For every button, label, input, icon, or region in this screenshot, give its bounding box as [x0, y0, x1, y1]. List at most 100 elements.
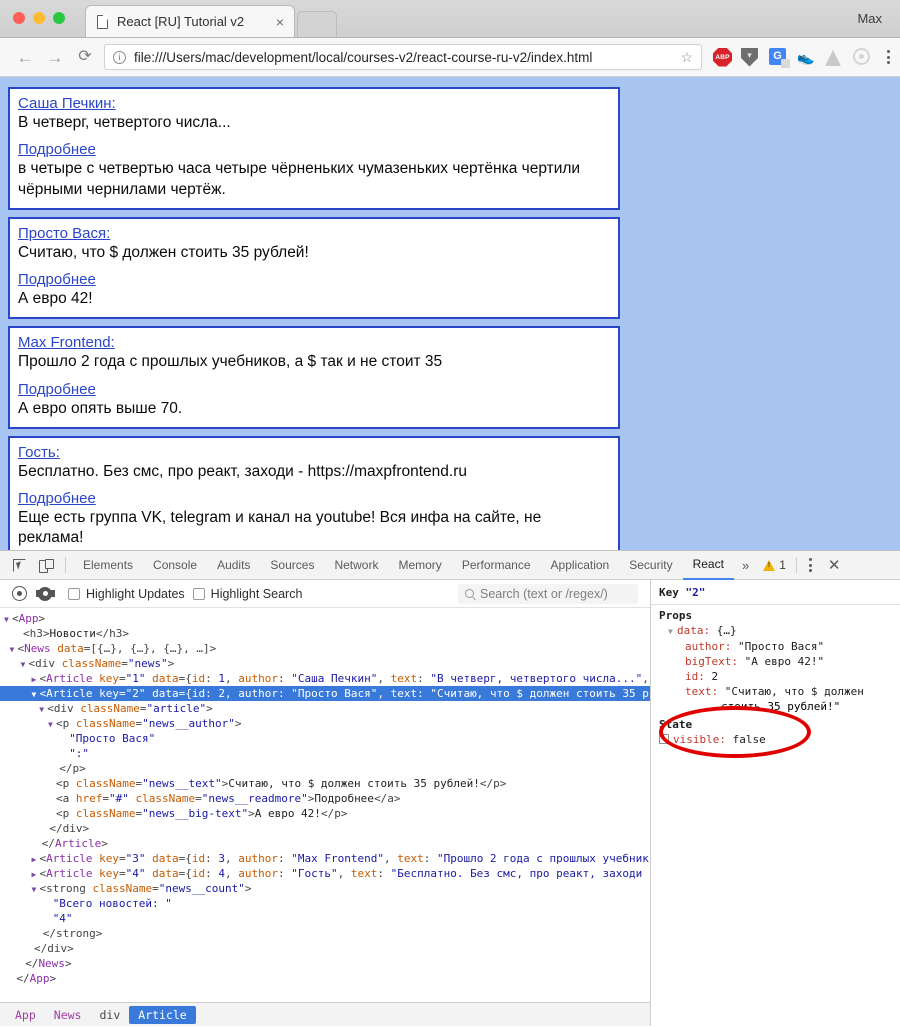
- back-button[interactable]: ←: [10, 49, 40, 66]
- highlight-search-checkbox[interactable]: [192, 587, 205, 600]
- more-tabs-icon[interactable]: »: [734, 558, 757, 573]
- chevron-right-icon[interactable]: ▶: [32, 672, 40, 686]
- maximize-window-button[interactable]: [53, 12, 65, 24]
- devtools-menu-icon[interactable]: [801, 558, 820, 572]
- article-author-link[interactable]: Саша Печкин:: [18, 95, 116, 112]
- select-element-icon[interactable]: [12, 586, 27, 601]
- article-author-link[interactable]: Max Frontend:: [18, 334, 115, 351]
- shield-extension-icon[interactable]: ▾: [741, 47, 760, 67]
- chevron-down-icon[interactable]: ▼: [10, 642, 18, 656]
- toggle-device-toolbar-button[interactable]: [32, 552, 58, 578]
- article-author-link[interactable]: Просто Вася:: [18, 225, 110, 242]
- drop-extension-icon[interactable]: [825, 48, 844, 67]
- target-extension-icon[interactable]: [853, 47, 872, 67]
- breadcrumb-item-div[interactable]: div: [90, 1006, 129, 1024]
- sneaker-extension-icon[interactable]: 👟: [797, 48, 816, 67]
- prop-value: "А евро 42!": [744, 655, 825, 668]
- breadcrumb-item-app[interactable]: App: [6, 1006, 45, 1024]
- minimize-window-button[interactable]: [33, 12, 45, 24]
- chevron-down-icon[interactable]: ▼: [32, 687, 40, 701]
- chevron-down-icon[interactable]: ▼: [48, 717, 56, 731]
- tree-row[interactable]: </News>: [0, 956, 650, 971]
- tree-row[interactable]: ▼ <strong className="news__count">: [0, 881, 650, 896]
- chevron-down-icon[interactable]: ▼: [32, 882, 40, 896]
- bookmark-star-icon[interactable]: ☆: [674, 49, 693, 66]
- close-tab-icon[interactable]: ×: [262, 15, 286, 29]
- tree-row[interactable]: </App>: [0, 971, 650, 986]
- kebab-menu-icon[interactable]: [881, 50, 890, 64]
- tab-elements[interactable]: Elements: [73, 551, 143, 580]
- tree-row[interactable]: ":": [0, 746, 650, 761]
- info-circle-icon[interactable]: i: [113, 50, 126, 64]
- tab-network[interactable]: Network: [324, 551, 388, 580]
- chevron-down-icon[interactable]: ▼: [21, 657, 29, 671]
- tab-application[interactable]: Application: [541, 551, 620, 580]
- chevron-right-icon[interactable]: ▶: [32, 867, 40, 881]
- inspect-element-button[interactable]: [6, 552, 32, 578]
- adblock-plus-icon[interactable]: ABP: [713, 47, 732, 67]
- tree-row[interactable]: "4": [0, 911, 650, 926]
- tree-row[interactable]: </Article>: [0, 836, 650, 851]
- profile-name[interactable]: Max: [857, 11, 882, 26]
- props-data-value: {…}: [716, 624, 737, 637]
- react-search-input[interactable]: Search (text or /regex/): [458, 583, 638, 604]
- tree-row[interactable]: ▼ <div className="article">: [0, 701, 650, 716]
- tree-row[interactable]: <p className="news__text">Считаю, что $ …: [0, 776, 650, 791]
- warning-badge[interactable]: 1: [757, 558, 792, 572]
- browser-tab[interactable]: React [RU] Tutorial v2 ×: [85, 5, 295, 37]
- breadcrumb-item-article[interactable]: Article: [129, 1005, 196, 1024]
- gear-icon[interactable]: [35, 586, 55, 601]
- highlight-search-toggle[interactable]: Highlight Search: [192, 587, 302, 601]
- breadcrumb-item-news[interactable]: News: [45, 1006, 91, 1024]
- article-big-text: в четыре с четвертью часа четыре чёрнень…: [18, 160, 581, 198]
- tree-row[interactable]: <p className="news__big-text">А евро 42!…: [0, 806, 650, 821]
- close-devtools-icon[interactable]: ✕: [820, 558, 849, 573]
- state-visible-checkbox[interactable]: [659, 734, 669, 744]
- chevron-down-icon[interactable]: ▼: [4, 612, 12, 626]
- article-author-link[interactable]: Гость:: [18, 444, 60, 461]
- reload-button[interactable]: ⟳: [70, 49, 100, 65]
- react-component-tree[interactable]: ▼ <App> <h3>Новости</h3> ▼ <News data=[{…}, …: [0, 608, 650, 1002]
- tree-row[interactable]: "Всего новостей: ": [0, 896, 650, 911]
- read-more-link[interactable]: Подробнее: [18, 141, 610, 158]
- tree-row[interactable]: ▼ <Article key="2" data={id: 2, author: "…: [0, 686, 650, 701]
- tab-performance[interactable]: Performance: [452, 551, 541, 580]
- tab-audits[interactable]: Audits: [207, 551, 260, 580]
- tab-sources[interactable]: Sources: [260, 551, 324, 580]
- tree-row[interactable]: ▼ <News data=[{…}, {…}, {…}, …]>: [0, 641, 650, 656]
- tree-row[interactable]: </p>: [0, 761, 650, 776]
- tree-row[interactable]: ▼ <p className="news__author">: [0, 716, 650, 731]
- highlight-updates-label: Highlight Updates: [86, 586, 185, 601]
- tab-memory[interactable]: Memory: [388, 551, 451, 580]
- tree-row[interactable]: </div>: [0, 821, 650, 836]
- read-more-link[interactable]: Подробнее: [18, 490, 610, 507]
- chevron-right-icon[interactable]: ▶: [32, 852, 40, 866]
- tab-console[interactable]: Console: [143, 551, 207, 580]
- new-tab-button[interactable]: [297, 11, 337, 37]
- tree-row[interactable]: </strong>: [0, 926, 650, 941]
- tab-security[interactable]: Security: [619, 551, 682, 580]
- tab-react[interactable]: React: [682, 551, 734, 580]
- chevron-down-icon[interactable]: ▼: [39, 702, 47, 716]
- tree-row[interactable]: ▶ <Article key="1" data={id: 1, author: "…: [0, 671, 650, 686]
- read-more-link[interactable]: Подробнее: [18, 271, 610, 288]
- highlight-updates-checkbox[interactable]: [68, 587, 80, 600]
- article-big-text: А евро 42!: [18, 290, 93, 308]
- tree-row[interactable]: ▼ <div className="news">: [0, 656, 650, 671]
- tree-row[interactable]: <a href="#" className="news__readmore">П…: [0, 791, 650, 806]
- forward-button[interactable]: →: [40, 49, 70, 66]
- tree-row[interactable]: ▶ <Article key="3" data={id: 3, author: "…: [0, 851, 650, 866]
- tree-row[interactable]: </div>: [0, 941, 650, 956]
- tree-row[interactable]: "Просто Вася": [0, 731, 650, 746]
- close-window-button[interactable]: [13, 12, 25, 24]
- tree-row[interactable]: ▶ <Article key="4" data={id: 4, author: "…: [0, 866, 650, 881]
- chevron-down-icon[interactable]: ▼: [668, 624, 677, 639]
- tree-row[interactable]: ▼ <App>: [0, 611, 650, 626]
- address-bar[interactable]: i file:///Users/mac/development/local/co…: [104, 44, 702, 70]
- tree-row[interactable]: <h3>Новости</h3>: [0, 626, 650, 641]
- state-row[interactable]: visible: false: [659, 732, 892, 747]
- google-translate-icon[interactable]: G: [769, 47, 788, 67]
- highlight-updates-toggle[interactable]: Highlight Updates: [68, 587, 185, 601]
- read-more-link[interactable]: Подробнее: [18, 381, 610, 398]
- props-data-row[interactable]: ▼ data: {…}: [659, 623, 892, 639]
